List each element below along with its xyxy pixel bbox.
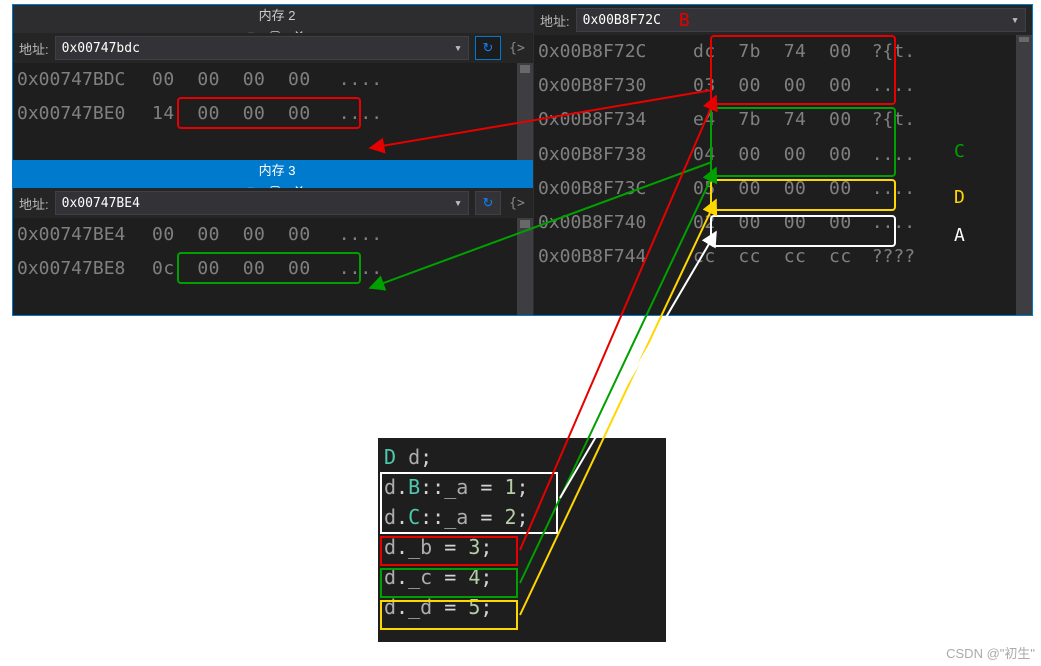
hex-row: 0x00B8F73C 05 00 00 00 .... xyxy=(538,172,1016,206)
expand-icon[interactable]: {> xyxy=(507,196,527,211)
watermark: CSDN @"初生" xyxy=(946,643,1035,662)
memory2-hex-view: 0x00747BDC 00 00 00 00 .... 0x00747BE0 1… xyxy=(13,63,533,160)
chevron-down-icon[interactable]: ▾ xyxy=(454,41,462,56)
memory3-title-bar: 内存 3 ▾ ▢ ✕ xyxy=(13,160,533,188)
memory3-title: 内存 3 xyxy=(259,160,296,179)
code-line: d.C::_a = 2; xyxy=(384,502,660,532)
chevron-down-icon[interactable]: ▾ xyxy=(454,196,462,211)
hex-row: 0x00B8F730 03 00 00 00 .... xyxy=(538,69,1016,103)
scrollbar[interactable] xyxy=(517,218,533,315)
memory3-address-input[interactable]: 0x00747BE4 ▾ xyxy=(55,191,469,215)
code-snippet: D d; d.B::_a = 1; d.C::_a = 2; d._b = 3;… xyxy=(378,438,666,642)
memoryR-address-bar: 地址: 0x00B8F72C B ▾ xyxy=(534,5,1032,35)
hex-row: 0x00B8F734 e4 7b 74 00 ?{t. xyxy=(538,103,1016,137)
hex-row: 0x00B8F744 cc cc cc cc ???? xyxy=(538,240,1016,274)
memory2-title-bar: 内存 2 ▾ ▢ ✕ xyxy=(13,5,533,33)
address-label: 地址: xyxy=(19,194,49,213)
hex-row: 0x00747BE4 00 00 00 00 .... xyxy=(17,218,517,252)
hex-row: 0x00B8F740 02 00 00 00 .... xyxy=(538,206,1016,240)
expand-icon[interactable]: {> xyxy=(507,41,527,56)
memory2-address-input[interactable]: 0x00747bdc ▾ xyxy=(55,36,469,60)
chevron-down-icon[interactable]: ▾ xyxy=(1011,13,1019,28)
memoryR-hex-view: 0x00B8F72C dc 7b 74 00 ?{t. 0x00B8F730 0… xyxy=(534,35,1032,315)
code-line: d._b = 3; xyxy=(384,532,660,562)
hex-row: 0x00747BE0 14 00 00 00 .... xyxy=(17,97,517,131)
label-B: B xyxy=(679,10,690,31)
code-line: d._d = 5; xyxy=(384,592,660,622)
reload-button[interactable]: ↻ xyxy=(475,36,501,60)
address-label: 地址: xyxy=(540,11,570,30)
memory3-hex-view: 0x00747BE4 00 00 00 00 .... 0x00747BE8 0… xyxy=(13,218,533,315)
code-line: D d; xyxy=(384,442,660,472)
scrollbar[interactable] xyxy=(1016,35,1032,315)
code-line: d.B::_a = 1; xyxy=(384,472,660,502)
scrollbar[interactable] xyxy=(517,63,533,160)
reload-button[interactable]: ↻ xyxy=(475,191,501,215)
code-line: d._c = 4; xyxy=(384,562,660,592)
memory3-address-bar: 地址: 0x00747BE4 ▾ ↻ {> xyxy=(13,188,533,218)
memoryR-address-input[interactable]: 0x00B8F72C B ▾ xyxy=(576,8,1026,32)
address-label: 地址: xyxy=(19,39,49,58)
hex-row: 0x00747BDC 00 00 00 00 .... xyxy=(17,63,517,97)
hex-row: 0x00B8F72C dc 7b 74 00 ?{t. xyxy=(538,35,1016,69)
hex-row: 0x00B8F738 04 00 00 00 .... xyxy=(538,138,1016,172)
memory2-title: 内存 2 xyxy=(259,5,296,24)
memory2-address-bar: 地址: 0x00747bdc ▾ ↻ {> xyxy=(13,33,533,63)
hex-row: 0x00747BE8 0c 00 00 00 .... xyxy=(17,252,517,286)
